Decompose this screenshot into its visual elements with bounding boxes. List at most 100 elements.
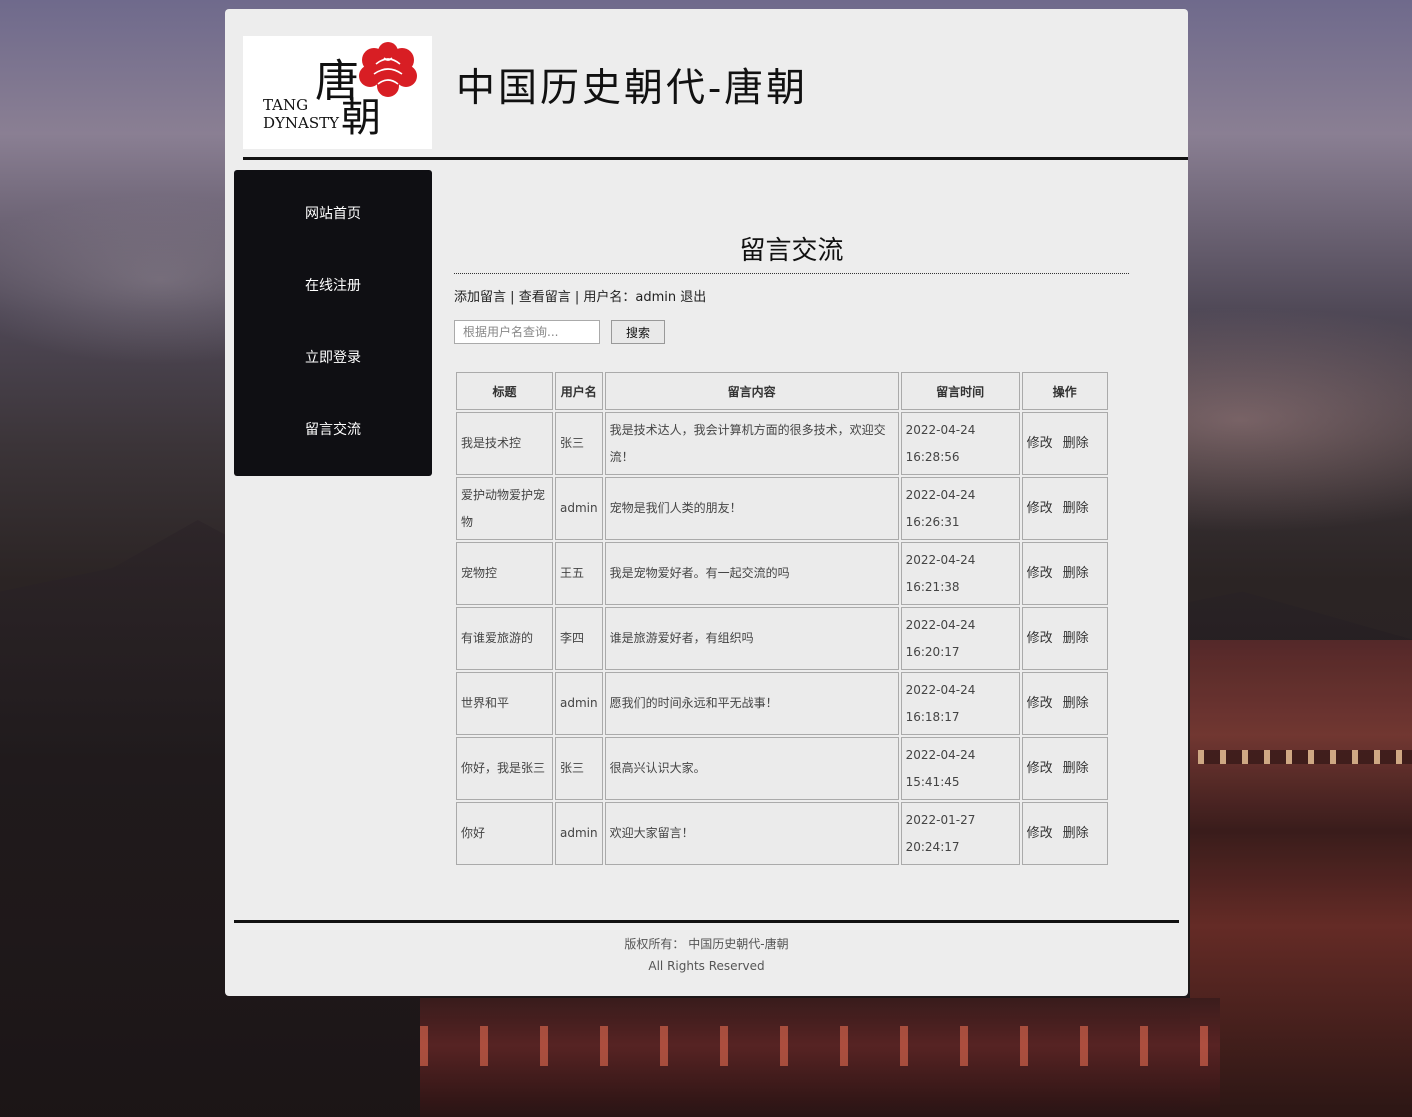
cell-actions: 修改 删除 <box>1021 542 1108 605</box>
cell-actions: 修改 删除 <box>1021 477 1108 540</box>
cell-clock: 16:20:17 <box>905 644 960 659</box>
delete-button[interactable]: 删除 <box>1063 826 1089 841</box>
cell-actions: 修改 删除 <box>1021 412 1108 475</box>
cell-actions: 修改 删除 <box>1021 802 1108 865</box>
column-header-content: 留言内容 <box>604 372 899 410</box>
edit-button[interactable]: 修改 <box>1027 436 1053 451</box>
cell-clock: 16:26:31 <box>905 514 960 529</box>
cell-title: 世界和平 <box>456 672 553 735</box>
heading-divider <box>454 273 1129 274</box>
footer-divider <box>234 920 1179 923</box>
cell-username: admin <box>555 672 603 735</box>
background-lights <box>420 998 1220 1117</box>
peony-flower-icon <box>359 42 417 97</box>
toolbar-separator: | <box>574 290 580 305</box>
cell-username: 王五 <box>555 542 603 605</box>
logo-character-chao: 朝 <box>341 95 381 141</box>
column-header-title: 标题 <box>456 372 553 410</box>
search-bar: 搜索 <box>454 320 1129 346</box>
cell-username: 张三 <box>555 412 603 475</box>
nav-item-home[interactable]: 网站首页 <box>234 170 432 242</box>
page-title: 留言交流 <box>739 236 844 266</box>
edit-button[interactable]: 修改 <box>1027 501 1053 516</box>
cell-title: 宠物控 <box>456 542 553 605</box>
sidebar-nav: 网站首页 在线注册 立即登录 留言交流 <box>234 170 432 476</box>
cell-date: 2022-01-27 <box>905 812 976 827</box>
cell-time: 2022-01-27 20:24:17 <box>900 802 1020 865</box>
add-message-link[interactable]: 添加留言 <box>454 290 506 305</box>
message-toolbar: 添加留言 | 查看留言 | 用户名：admin 退出 <box>454 289 1129 307</box>
cell-date: 2022-04-24 <box>905 747 976 762</box>
cell-content: 我是宠物爱好者。有一起交流的吗 <box>604 542 899 605</box>
column-header-time: 留言时间 <box>900 372 1020 410</box>
cell-title: 我是技术控 <box>456 412 553 475</box>
edit-button[interactable]: 修改 <box>1027 826 1053 841</box>
cell-content: 欢迎大家留言！ <box>604 802 899 865</box>
site-logo[interactable]: 唐 朝 TANG DYNASTY <box>243 36 432 149</box>
cell-username: 李四 <box>555 607 603 670</box>
table-row: 有谁爱旅游的 李四 谁是旅游爱好者，有组织吗 2022-04-24 16:20:1… <box>456 607 1108 670</box>
table-header-row: 标题 用户名 留言内容 留言时间 操作 <box>456 372 1108 410</box>
cell-content: 我是技术达人，我会计算机方面的很多技术，欢迎交流！ <box>604 412 899 475</box>
cell-date: 2022-04-24 <box>905 617 976 632</box>
cell-actions: 修改 删除 <box>1021 672 1108 735</box>
table-row: 你好 admin 欢迎大家留言！ 2022-01-27 20:24:17 修改 删除 <box>456 802 1108 865</box>
background-temple <box>1190 640 1412 1117</box>
table-row: 世界和平 admin 愿我们的时间永远和平无战事！ 2022-04-24 16:1… <box>456 672 1108 735</box>
footer-copyright: 版权所有： 中国历史朝代-唐朝 <box>624 937 789 951</box>
logo-text-tang: TANG <box>263 96 309 114</box>
header-divider <box>243 157 1188 160</box>
edit-button[interactable]: 修改 <box>1027 696 1053 711</box>
toolbar-separator: | <box>510 290 515 305</box>
site-footer: 版权所有： 中国历史朝代-唐朝 All Rights Reserved <box>225 933 1188 977</box>
delete-button[interactable]: 删除 <box>1063 436 1089 451</box>
column-header-actions: 操作 <box>1021 372 1108 410</box>
footer-rights: All Rights Reserved <box>648 959 765 973</box>
search-button[interactable]: 搜索 <box>611 320 665 344</box>
edit-button[interactable]: 修改 <box>1027 761 1053 776</box>
table-row: 爱护动物爱护宠物 admin 宠物是我们人类的朋友！ 2022-04-24 16:… <box>456 477 1108 540</box>
nav-item-register[interactable]: 在线注册 <box>234 242 432 314</box>
table-row: 宠物控 王五 我是宠物爱好者。有一起交流的吗 2022-04-24 16:21:3… <box>456 542 1108 605</box>
cell-username: 张三 <box>555 737 603 800</box>
cell-title: 有谁爱旅游的 <box>456 607 553 670</box>
edit-button[interactable]: 修改 <box>1027 566 1053 581</box>
edit-button[interactable]: 修改 <box>1027 631 1053 646</box>
cell-date: 2022-04-24 <box>905 422 976 437</box>
delete-button[interactable]: 删除 <box>1063 696 1089 711</box>
cell-content: 很高兴认识大家。 <box>604 737 899 800</box>
cell-date: 2022-04-24 <box>905 487 976 502</box>
cell-content: 宠物是我们人类的朋友！ <box>604 477 899 540</box>
site-header: 唐 朝 TANG DYNASTY 中国历史朝代-唐朝 <box>234 9 1188 160</box>
page-container: 唐 朝 TANG DYNASTY 中国历史朝代-唐朝 网站首页 在线注册 立即登… <box>225 9 1188 996</box>
cell-time: 2022-04-24 15:41:45 <box>900 737 1020 800</box>
search-input[interactable] <box>454 320 600 344</box>
cell-time: 2022-04-24 16:21:38 <box>900 542 1020 605</box>
cell-clock: 16:18:17 <box>905 709 960 724</box>
view-messages-link[interactable]: 查看留言 <box>519 290 571 305</box>
cell-clock: 16:28:56 <box>905 449 960 464</box>
cell-date: 2022-04-24 <box>905 552 976 567</box>
cell-clock: 16:21:38 <box>905 579 960 594</box>
logout-link[interactable]: 退出 <box>680 290 706 305</box>
table-row: 我是技术控 张三 我是技术达人，我会计算机方面的很多技术，欢迎交流！ 2022-… <box>456 412 1108 475</box>
nav-item-login[interactable]: 立即登录 <box>234 314 432 386</box>
messages-table: 标题 用户名 留言内容 留言时间 操作 我是技术控 张三 我是技术达人，我会计算… <box>454 370 1110 867</box>
cell-actions: 修改 删除 <box>1021 737 1108 800</box>
cell-title: 你好，我是张三 <box>456 737 553 800</box>
table-row: 你好，我是张三 张三 很高兴认识大家。 2022-04-24 15:41:45 修… <box>456 737 1108 800</box>
delete-button[interactable]: 删除 <box>1063 566 1089 581</box>
cell-time: 2022-04-24 16:26:31 <box>900 477 1020 540</box>
cell-time: 2022-04-24 16:28:56 <box>900 412 1020 475</box>
delete-button[interactable]: 删除 <box>1063 631 1089 646</box>
cell-date: 2022-04-24 <box>905 682 976 697</box>
cell-actions: 修改 删除 <box>1021 607 1108 670</box>
cell-time: 2022-04-24 16:18:17 <box>900 672 1020 735</box>
cell-clock: 15:41:45 <box>905 774 960 789</box>
cell-clock: 20:24:17 <box>905 839 960 854</box>
delete-button[interactable]: 删除 <box>1063 501 1089 516</box>
cell-content: 愿我们的时间永远和平无战事！ <box>604 672 899 735</box>
nav-item-messages[interactable]: 留言交流 <box>234 386 432 458</box>
delete-button[interactable]: 删除 <box>1063 761 1089 776</box>
site-title: 中国历史朝代-唐朝 <box>456 66 809 111</box>
